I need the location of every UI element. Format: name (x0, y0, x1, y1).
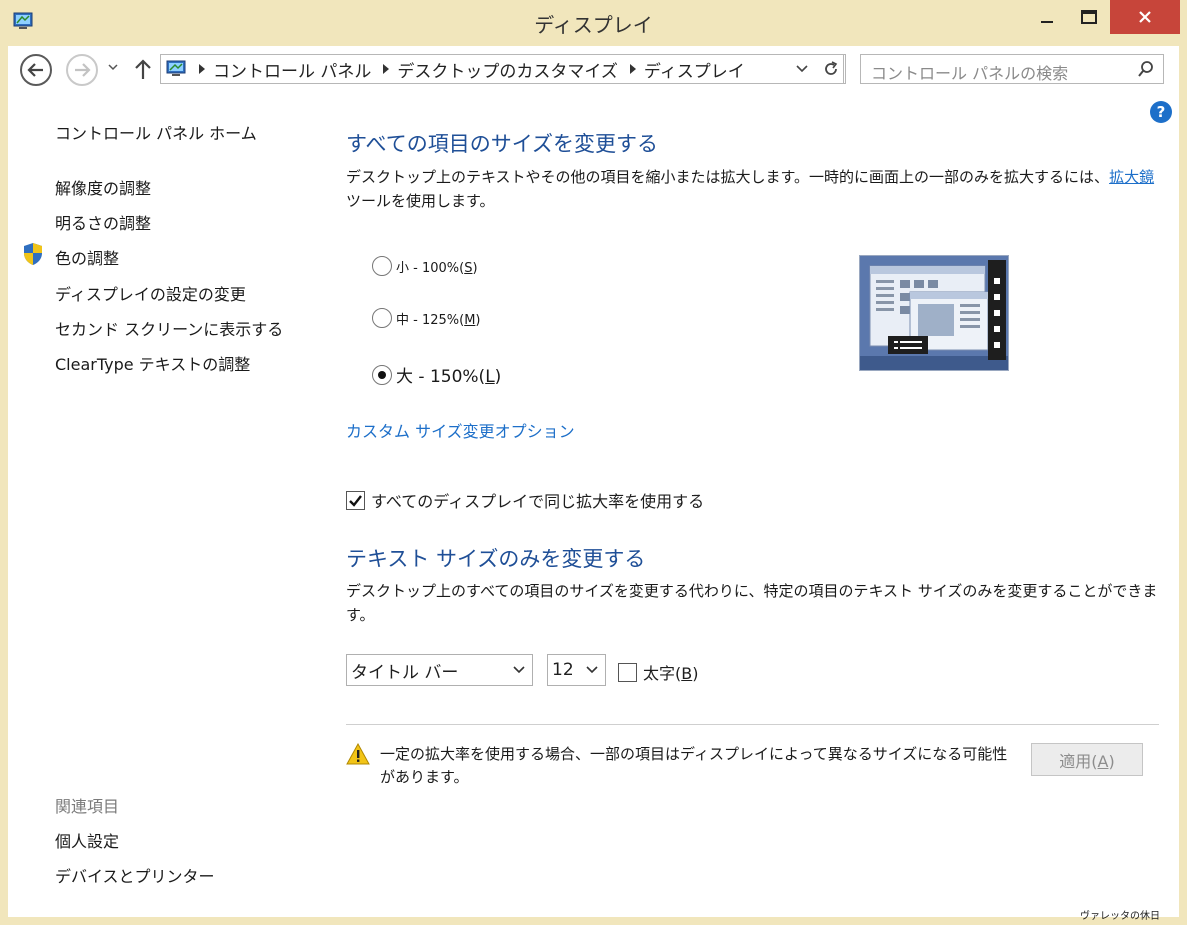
divider (346, 724, 1159, 725)
breadcrumb-separator-icon[interactable] (383, 64, 390, 74)
search-icon[interactable] (1137, 60, 1155, 78)
checkmark-icon (349, 494, 362, 507)
breadcrumb-desktop-customize[interactable]: デスクトップのカスタマイズ (397, 57, 618, 82)
window-title: ディスプレイ (534, 13, 653, 37)
resize-description-tail: ツールを使用します。 (346, 192, 495, 210)
client-area: コントロール パネル デスクトップのカスタマイズ ディスプレイ コントロール パ… (8, 46, 1179, 917)
text-size-description: デスクトップ上のすべての項目のサイズを変更する代わりに、特定の項目のテキスト サ… (346, 582, 1158, 624)
custom-size-options-link[interactable]: カスタム サイズ変更オプション (346, 418, 575, 442)
sidebar-item-display-settings[interactable]: ディスプレイの設定の変更 (55, 281, 246, 305)
text-item-select-value: タイトル バー (351, 662, 459, 683)
font-size-select[interactable]: 12 (547, 654, 606, 686)
forward-button[interactable] (66, 54, 98, 86)
address-bar[interactable]: コントロール パネル デスクトップのカスタマイズ ディスプレイ (160, 54, 844, 84)
related-item-devices-printers[interactable]: デバイスとプリンター (55, 863, 215, 887)
apply-button[interactable]: 適用(A) (1031, 743, 1143, 776)
warning-icon (346, 743, 370, 765)
radio-large[interactable]: 大 - 150%(L) (372, 362, 501, 387)
chevron-down-icon (513, 666, 525, 674)
radio-medium-label: 中 - 125%(M) (396, 312, 481, 328)
radio-medium[interactable]: 中 - 125%(M) (372, 308, 481, 328)
size-preview-image (859, 255, 1009, 371)
radio-large-label: 大 - 150%(L) (396, 367, 502, 387)
bold-checkbox-row[interactable]: 太字(B) (618, 660, 698, 684)
window: ディスプレイ コントロール パネル デスクトップのカスタマイズ ディスプレイ コ… (0, 0, 1187, 925)
arrow-left-icon (27, 63, 43, 77)
resize-heading: すべての項目のサイズを変更する (346, 132, 659, 156)
close-icon (1139, 11, 1151, 23)
help-icon[interactable]: ? (1150, 101, 1172, 123)
sidebar-item-brightness[interactable]: 明るさの調整 (55, 210, 151, 234)
search-box[interactable]: コントロール パネルの検索 (860, 54, 1164, 84)
watermark: ヴァレッタの休日 (1080, 911, 1160, 922)
sidebar-item-second-screen[interactable]: セカンド スクリーンに表示する (55, 316, 283, 340)
related-item-personalize[interactable]: 個人設定 (55, 828, 119, 852)
control-panel-icon (166, 60, 186, 76)
resize-description-text: デスクトップ上のテキストやその他の項目を縮小または拡大します。一時的に画面上の一… (346, 168, 1110, 186)
address-history-chevron-icon[interactable] (792, 54, 812, 84)
close-button[interactable] (1110, 0, 1180, 34)
same-scale-checkbox[interactable] (346, 490, 365, 510)
search-placeholder: コントロール パネルの検索 (871, 64, 1069, 83)
back-button[interactable] (20, 54, 52, 86)
navigation-bar: コントロール パネル デスクトップのカスタマイズ ディスプレイ コントロール パ… (8, 46, 1179, 96)
breadcrumb-control-panel[interactable]: コントロール パネル (213, 57, 371, 82)
bold-checkbox[interactable] (618, 662, 637, 682)
maximize-icon (1081, 10, 1097, 24)
radio-small-label: 小 - 100%(S) (396, 260, 478, 276)
text-size-heading: テキスト サイズのみを変更する (346, 547, 646, 571)
magnifier-link[interactable]: 拡大鏡 (1109, 168, 1154, 186)
sidebar-home[interactable]: コントロール パネル ホーム (55, 120, 257, 144)
radio-large-circle[interactable] (372, 364, 392, 385)
bold-label: 太字(B) (643, 664, 699, 683)
apply-label: 適用(A) (1059, 751, 1115, 771)
font-size-select-value: 12 (552, 660, 574, 680)
breadcrumb-separator-icon[interactable] (199, 64, 205, 74)
refresh-icon (824, 61, 837, 75)
related-heading: 関連項目 (55, 797, 120, 816)
sidebar-item-color[interactable]: 色の調整 (55, 245, 119, 269)
same-scale-checkbox-row[interactable]: すべてのディスプレイで同じ拡大率を使用する (346, 488, 704, 512)
same-scale-label: すべてのディスプレイで同じ拡大率を使用する (371, 492, 705, 511)
breadcrumb-separator-icon[interactable] (629, 64, 636, 74)
resize-description: デスクトップ上のテキストやその他の項目を縮小または拡大します。一時的に画面上の一… (346, 165, 1161, 213)
radio-small[interactable]: 小 - 100%(S) (372, 256, 478, 276)
sidebar-item-cleartype[interactable]: ClearType テキストの調整 (55, 351, 250, 375)
minimize-icon (1041, 21, 1053, 23)
radio-medium-circle[interactable] (372, 308, 392, 328)
uac-shield-icon (24, 243, 42, 265)
chevron-down-icon[interactable] (108, 63, 118, 71)
sidebar-item-resolution[interactable]: 解像度の調整 (55, 175, 151, 199)
chevron-down-icon (586, 666, 598, 674)
radio-small-circle[interactable] (372, 256, 392, 276)
minimize-button[interactable] (1030, 0, 1064, 34)
maximize-button[interactable] (1072, 0, 1106, 34)
breadcrumb-display[interactable]: ディスプレイ (644, 57, 745, 82)
warning-text: 一定の拡大率を使用する場合、一部の項目はディスプレイによって異なるサイズになる可… (380, 745, 1008, 786)
desktop-preview-icon (860, 256, 1008, 370)
arrow-up-icon[interactable] (134, 58, 152, 80)
text-item-select[interactable]: タイトル バー (346, 654, 533, 686)
refresh-button[interactable] (816, 54, 846, 84)
arrow-right-icon (75, 63, 91, 77)
title-bar[interactable]: ディスプレイ (0, 0, 1187, 46)
